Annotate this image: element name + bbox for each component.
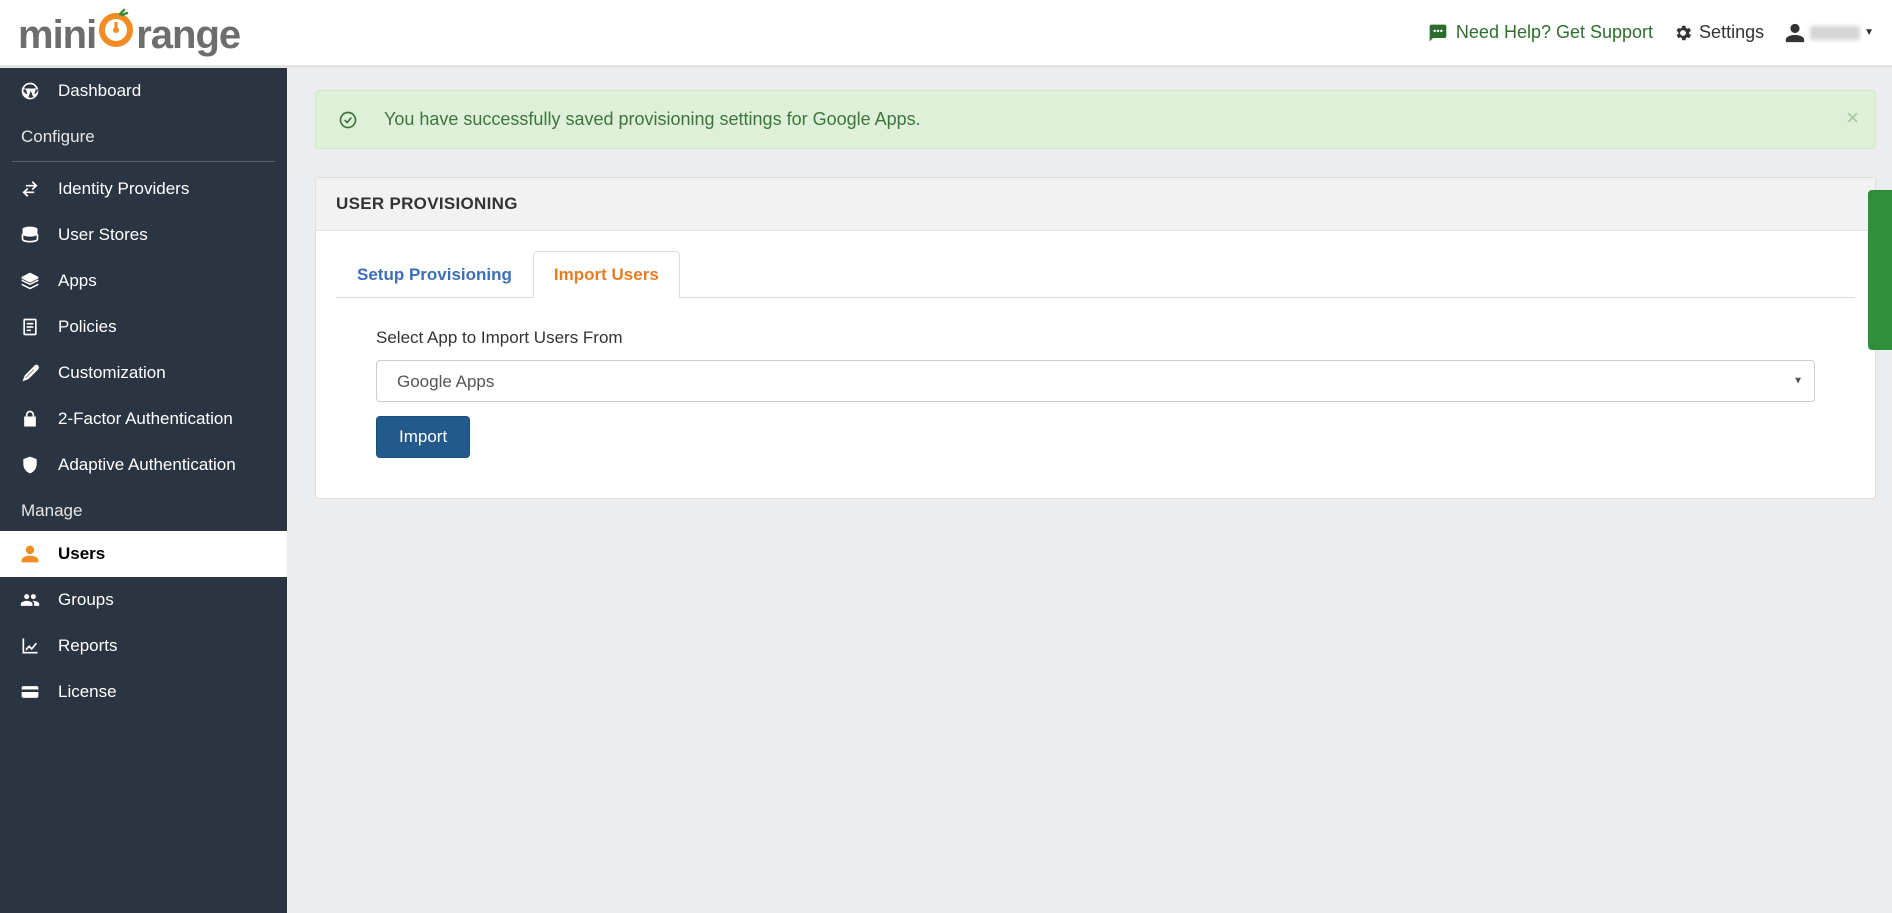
- gear-icon: [1673, 23, 1693, 43]
- chat-icon: [1428, 23, 1448, 43]
- topbar: mini range Need Help? Get Support Settin…: [0, 0, 1892, 68]
- policies-icon: [18, 317, 42, 337]
- sidebar-item-customization[interactable]: Customization: [0, 350, 287, 396]
- feedback-tab[interactable]: [1868, 190, 1892, 350]
- customization-icon: [18, 363, 42, 383]
- sidebar-item-apps[interactable]: Apps: [0, 258, 287, 304]
- sidebar-item-identity-providers[interactable]: Identity Providers: [0, 166, 287, 212]
- sidebar-item-reports[interactable]: Reports: [0, 623, 287, 669]
- sidebar-item-label: Identity Providers: [58, 179, 189, 199]
- sidebar-item-label: Groups: [58, 590, 114, 610]
- panel-title: USER PROVISIONING: [316, 178, 1875, 231]
- sidebar: Dashboard Configure Identity Providers U…: [0, 68, 287, 913]
- panel-user-provisioning: USER PROVISIONING Setup Provisioning Imp…: [315, 177, 1876, 499]
- support-label: Need Help? Get Support: [1456, 22, 1653, 43]
- sidebar-item-user-stores[interactable]: User Stores: [0, 212, 287, 258]
- divider: [12, 161, 275, 162]
- alert-message: You have successfully saved provisioning…: [384, 109, 921, 130]
- sidebar-item-label: Dashboard: [58, 81, 141, 101]
- support-link[interactable]: Need Help? Get Support: [1428, 22, 1653, 43]
- logo-range: range: [136, 13, 240, 58]
- sidebar-item-label: Customization: [58, 363, 166, 383]
- reports-icon: [18, 636, 42, 656]
- sidebar-item-label: License: [58, 682, 117, 702]
- lock-icon: [18, 409, 42, 429]
- sidebar-item-label: Policies: [58, 317, 117, 337]
- groups-icon: [18, 590, 42, 610]
- sidebar-item-label: 2-Factor Authentication: [58, 409, 233, 429]
- user-name: [1810, 26, 1860, 40]
- main-content: You have successfully saved provisioning…: [287, 68, 1892, 521]
- user-avatar-icon: [1784, 22, 1806, 44]
- tabs: Setup Provisioning Import Users: [336, 251, 1855, 298]
- select-app-label: Select App to Import Users From: [376, 328, 1815, 348]
- sidebar-item-users[interactable]: Users: [0, 531, 287, 577]
- app-select[interactable]: Google Apps: [376, 360, 1815, 402]
- alert-success: You have successfully saved provisioning…: [315, 90, 1876, 149]
- dashboard-icon: [18, 81, 42, 101]
- sidebar-item-label: Adaptive Authentication: [58, 455, 236, 475]
- logo-mini: mini: [18, 13, 96, 58]
- check-circle-icon: [338, 110, 358, 130]
- idp-icon: [18, 179, 42, 199]
- sidebar-item-label: Users: [58, 544, 105, 564]
- logo[interactable]: mini range: [18, 8, 240, 58]
- sidebar-item-label: User Stores: [58, 225, 148, 245]
- userstores-icon: [18, 225, 42, 245]
- sidebar-item-dashboard[interactable]: Dashboard: [0, 68, 287, 114]
- shield-icon: [18, 455, 42, 475]
- form-area: Select App to Import Users From Google A…: [336, 298, 1855, 458]
- topbar-right: Need Help? Get Support Settings ▼: [1428, 22, 1874, 44]
- tab-import-users[interactable]: Import Users: [533, 251, 680, 298]
- license-icon: [18, 682, 42, 702]
- logo-o-icon: [96, 8, 136, 48]
- import-button[interactable]: Import: [376, 416, 470, 458]
- alert-close-button[interactable]: ×: [1846, 105, 1859, 131]
- settings-label: Settings: [1699, 22, 1764, 43]
- sidebar-item-license[interactable]: License: [0, 669, 287, 715]
- tab-setup-provisioning[interactable]: Setup Provisioning: [336, 251, 533, 298]
- users-icon: [18, 544, 42, 564]
- sidebar-item-2fa[interactable]: 2-Factor Authentication: [0, 396, 287, 442]
- sidebar-section-manage: Manage: [0, 488, 287, 531]
- panel-body: Setup Provisioning Import Users Select A…: [316, 231, 1875, 498]
- sidebar-section-configure: Configure: [0, 114, 287, 157]
- caret-down-icon: ▼: [1864, 27, 1874, 38]
- sidebar-item-label: Apps: [58, 271, 97, 291]
- select-wrap: Google Apps ▼: [376, 360, 1815, 402]
- apps-icon: [18, 271, 42, 291]
- sidebar-item-groups[interactable]: Groups: [0, 577, 287, 623]
- user-menu[interactable]: ▼: [1784, 22, 1874, 44]
- sidebar-item-adaptive-auth[interactable]: Adaptive Authentication: [0, 442, 287, 488]
- sidebar-item-policies[interactable]: Policies: [0, 304, 287, 350]
- sidebar-item-label: Reports: [58, 636, 118, 656]
- settings-link[interactable]: Settings: [1673, 22, 1764, 43]
